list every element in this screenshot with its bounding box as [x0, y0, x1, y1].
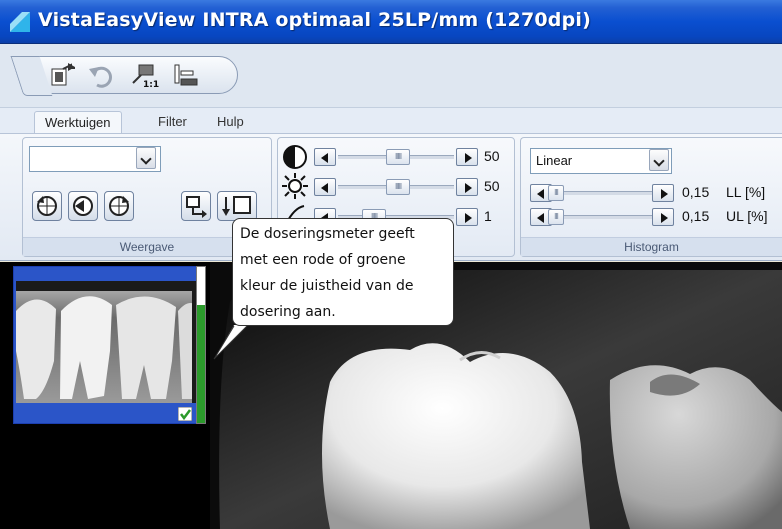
undo-icon[interactable]: [87, 63, 115, 89]
brightness-thumb[interactable]: IIIII: [386, 179, 410, 195]
chevron-down-icon[interactable]: [649, 149, 669, 171]
rotate-left-icon: [37, 196, 57, 216]
window-title: VistaEasyView INTRA optimaal 25LP/mm (12…: [38, 9, 592, 31]
tooltip-line: De doseringsmeter geeft: [240, 226, 415, 242]
tooltip-tail: [213, 325, 248, 360]
ul-thumb[interactable]: III: [548, 209, 564, 225]
rotate-180-button[interactable]: [68, 191, 98, 221]
brightness-increase-button[interactable]: [456, 178, 478, 196]
ll-slider[interactable]: III 0,15 LL [%]: [530, 184, 780, 204]
flip-vertical-icon: [222, 196, 251, 216]
thumbnail-item[interactable]: [13, 266, 199, 424]
tooltip-line: kleur de juistheid van de: [240, 278, 414, 294]
tab-filter[interactable]: Filter: [148, 111, 197, 133]
gamma-value: 1: [484, 208, 492, 224]
tooltip-line: met een rode of groene: [240, 252, 406, 268]
rotate-right-button[interactable]: [104, 191, 134, 221]
ll-value: 0,15: [682, 184, 710, 200]
rotate-right-icon: [109, 196, 129, 216]
flip-vertical-button[interactable]: [217, 191, 257, 221]
contrast-icon: [283, 145, 307, 169]
ul-track[interactable]: [564, 215, 652, 219]
chevron-down-icon[interactable]: [136, 147, 156, 169]
app-logo-icon: [10, 12, 30, 32]
ll-label: LL [%]: [726, 184, 766, 200]
brightness-decrease-button[interactable]: [314, 178, 336, 196]
contrast-thumb[interactable]: IIIII: [386, 149, 410, 165]
ll-increase-button[interactable]: [652, 184, 674, 202]
dose-meter-bar: [197, 305, 205, 423]
export-icon[interactable]: [49, 63, 77, 89]
checkmark-icon[interactable]: [178, 407, 192, 421]
rotate-180-icon: [73, 196, 93, 216]
dose-meter-tooltip: De doseringsmeter geeft met een rode of …: [232, 218, 454, 326]
ul-increase-button[interactable]: [652, 208, 674, 226]
flip-horizontal-icon: [186, 196, 207, 218]
brightness-value: 50: [484, 178, 500, 194]
ul-value: 0,15: [682, 208, 710, 224]
quick-toolbar-pill: 1:1: [30, 56, 238, 94]
gamma-increase-button[interactable]: [456, 208, 478, 226]
tooltip-line: dosering aan.: [240, 304, 336, 320]
contrast-slider[interactable]: IIIII 50: [314, 148, 514, 168]
histogram-group: Linear III 0,15 LL [%] III 0,15 UL [%] H…: [520, 137, 782, 257]
tab-werktuigen[interactable]: Werktuigen: [34, 111, 122, 133]
brightness-slider[interactable]: IIIII 50: [314, 178, 514, 198]
ul-label: UL [%]: [726, 208, 768, 224]
ll-track[interactable]: [564, 191, 652, 195]
contrast-increase-button[interactable]: [456, 148, 478, 166]
histogram-label: Histogram: [521, 237, 782, 256]
tab-hulp[interactable]: Hulp: [207, 111, 254, 133]
rotate-left-button[interactable]: [32, 191, 62, 221]
flip-horizontal-button[interactable]: [181, 191, 211, 221]
scale-1to1-icon[interactable]: 1:1: [131, 63, 159, 89]
ul-slider[interactable]: III 0,15 UL [%]: [530, 208, 780, 228]
brightness-icon: [282, 173, 308, 199]
window-titlebar[interactable]: VistaEasyView INTRA optimaal 25LP/mm (12…: [0, 0, 782, 44]
menu-bar: Werktuigen Filter Hulp: [0, 108, 782, 134]
dental-xray-thumbnail: [16, 281, 196, 403]
ll-thumb[interactable]: III: [548, 185, 564, 201]
svg-text:1:1: 1:1: [143, 80, 159, 89]
contrast-decrease-button[interactable]: [314, 148, 336, 166]
contrast-value: 50: [484, 148, 500, 164]
quick-toolbar: 1:1: [0, 44, 782, 108]
measure-icon[interactable]: [171, 63, 199, 89]
